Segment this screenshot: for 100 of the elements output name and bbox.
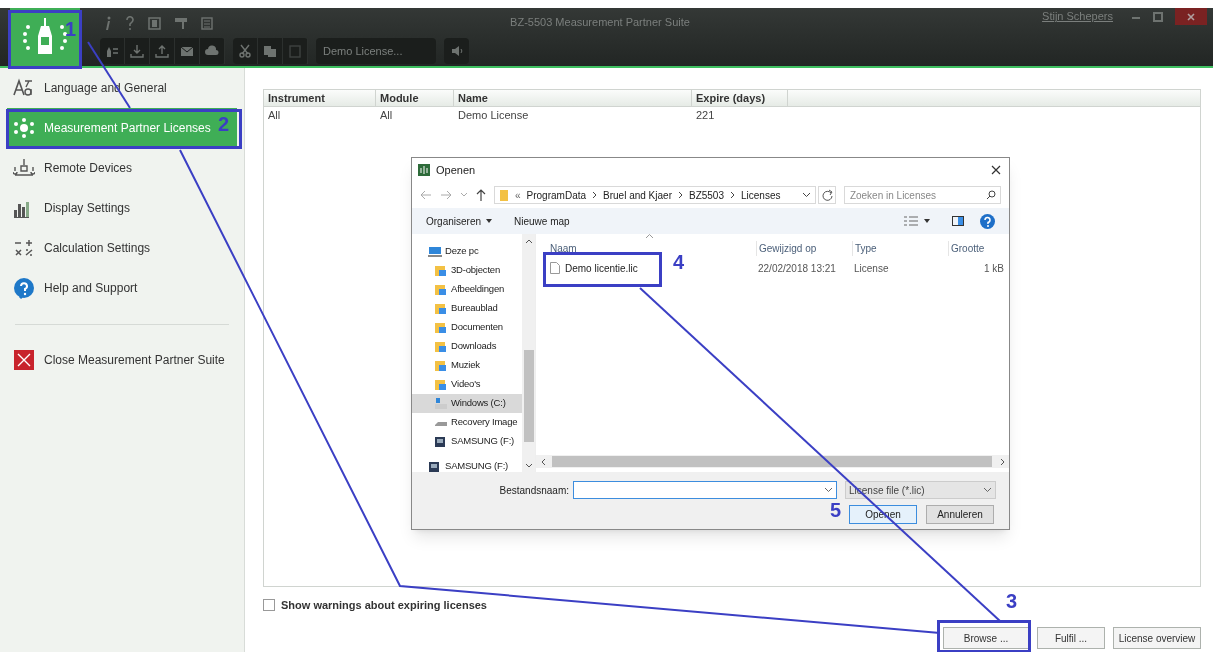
- dialog-title: Openen: [436, 162, 476, 178]
- math-icon: [13, 237, 35, 259]
- column-header[interactable]: Name: [454, 90, 692, 106]
- nav-item[interactable]: Muziek: [412, 356, 522, 375]
- speaker-icon[interactable]: [444, 38, 469, 64]
- help-icon[interactable]: [125, 16, 135, 30]
- organize-menu[interactable]: Organiseren: [426, 213, 493, 229]
- sidebar-item[interactable]: Close Measurement Partner Suite: [7, 340, 237, 380]
- folder-icon: [434, 359, 448, 372]
- action-button[interactable]: License overview: [1113, 627, 1201, 649]
- view-icon[interactable]: [904, 216, 918, 226]
- sidebar-item[interactable]: Display Settings: [7, 188, 237, 228]
- dialog-button[interactable]: Annuleren: [926, 505, 994, 524]
- chevron-right-icon: [730, 191, 735, 199]
- column-header[interactable]: Module: [376, 90, 454, 106]
- help-icon[interactable]: [980, 213, 995, 229]
- maximize-icon[interactable]: [1153, 11, 1163, 22]
- sort-caret-icon: [646, 234, 653, 238]
- table-cell-text: 221: [695, 108, 716, 124]
- column-header[interactable]: Grootte: [948, 241, 1008, 256]
- info-icon[interactable]: [104, 16, 112, 30]
- new-folder-button[interactable]: Nieuwe map: [514, 213, 570, 229]
- drive-icon: [434, 397, 448, 410]
- sidebar-item[interactable]: Remote Devices: [7, 148, 237, 188]
- forward-icon[interactable]: [440, 190, 452, 200]
- license-field[interactable]: Demo License...: [316, 38, 436, 64]
- field-label: Bestandsnaam:: [499, 483, 569, 498]
- nav-item[interactable]: Downloads: [412, 337, 522, 356]
- chevron-right-icon: [1000, 457, 1006, 466]
- letters-icon: [13, 77, 35, 99]
- breadcrumb[interactable]: Licenses: [741, 187, 781, 203]
- table-cell-text: Demo License: [457, 108, 530, 124]
- chevron-down-icon: [824, 487, 833, 493]
- nav-item[interactable]: Recovery Image: [412, 413, 522, 432]
- help-icon: [13, 277, 35, 299]
- preview-pane-icon[interactable]: [952, 216, 964, 226]
- column-header[interactable]: Gewijzigd op: [756, 241, 852, 256]
- action-button[interactable]: Browse ...: [943, 627, 1029, 649]
- step-number: 2: [218, 114, 230, 134]
- chevron-left-icon: [540, 457, 546, 466]
- folder-icon: [434, 283, 448, 296]
- folder-icon: [434, 340, 448, 353]
- sidebar-item[interactable]: Calculation Settings: [7, 228, 237, 268]
- devices-icon: [13, 157, 35, 179]
- filename-field[interactable]: [573, 481, 837, 499]
- scrollbar[interactable]: [536, 455, 1009, 468]
- folder-icon: [434, 321, 448, 334]
- nav-item[interactable]: Bureaublad: [412, 299, 522, 318]
- step-number: 5: [830, 500, 842, 520]
- search-field[interactable]: Zoeken in Licenses: [843, 186, 1001, 204]
- nav-item[interactable]: Deze pc: [412, 242, 522, 261]
- column-header[interactable]: Expire (days): [692, 90, 788, 106]
- action-button[interactable]: Fulfil ...: [1037, 627, 1105, 649]
- back-icon[interactable]: [420, 190, 432, 200]
- usb-drive-icon: [428, 460, 442, 472]
- sidebar-item[interactable]: Help and Support: [7, 268, 237, 308]
- table-cell-text: 1 kB: [983, 261, 1005, 276]
- nav-item[interactable]: Documenten: [412, 318, 522, 337]
- nav-item[interactable]: SAMSUNG (F:): [412, 432, 522, 451]
- search-icon: [986, 190, 996, 200]
- address-bar[interactable]: « ProgramData Bruel and Kjaer BZ5503 Licenses: [494, 186, 817, 204]
- chevron-up-icon: [524, 238, 533, 244]
- chevron-down-icon: [983, 487, 992, 493]
- chevron-right-icon: [592, 191, 598, 199]
- folder-icon: [434, 378, 448, 391]
- calculator-icon[interactable]: [201, 16, 213, 30]
- step-number: 3: [1006, 591, 1018, 611]
- folder-icon: [434, 264, 448, 277]
- caret-icon: [924, 219, 930, 223]
- table-cell-text: All: [267, 108, 282, 124]
- close-icon[interactable]: [991, 165, 1001, 175]
- dots-icon: [13, 117, 35, 139]
- caret-icon: [486, 219, 493, 223]
- chevron-right-icon: [677, 191, 683, 199]
- table-cell-text: License: [853, 261, 890, 276]
- computer-icon: [428, 245, 442, 258]
- scrollbar[interactable]: [522, 234, 535, 472]
- checkbox[interactable]: [263, 598, 275, 611]
- breadcrumb[interactable]: Bruel and Kjaer: [603, 187, 672, 203]
- overflow-mark[interactable]: «: [515, 187, 521, 203]
- breadcrumb[interactable]: BZ5503: [688, 187, 724, 203]
- column-header[interactable]: Instrument: [264, 90, 376, 106]
- file-name[interactable]: Demo licentie.lic: [565, 260, 638, 276]
- folder-icon: [499, 189, 509, 201]
- column-header[interactable]: Type: [852, 241, 948, 256]
- nav-item[interactable]: Video's: [412, 375, 522, 394]
- close-icon: [13, 349, 35, 371]
- nav-item[interactable]: Afbeeldingen: [412, 280, 522, 299]
- folder-icon: [434, 302, 448, 315]
- chevron-down-icon: [524, 463, 533, 469]
- table-cell-text: 22/02/2018 13:21: [757, 261, 837, 276]
- chevron-down-icon: [802, 192, 812, 198]
- refresh-icon[interactable]: [818, 186, 836, 204]
- up-icon[interactable]: [476, 189, 486, 201]
- window-title: BZ-5503 Measurement Partner Suite: [509, 15, 691, 30]
- chevron-down-icon[interactable]: [460, 192, 468, 198]
- checkbox-label: Show warnings about expiring licenses: [281, 597, 487, 613]
- nav-item[interactable]: Windows (C:): [412, 394, 522, 413]
- nav-item[interactable]: 3D-objecten: [412, 261, 522, 280]
- breadcrumb[interactable]: ProgramData: [526, 187, 587, 203]
